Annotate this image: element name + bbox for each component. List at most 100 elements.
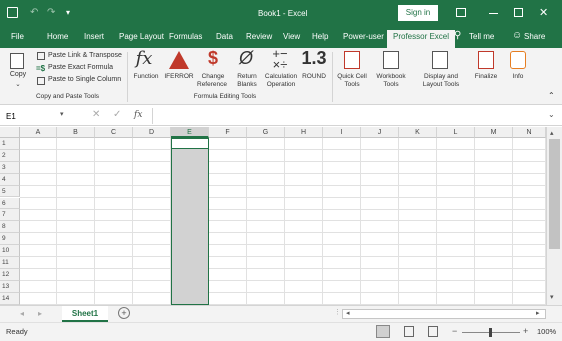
zoom-in-icon[interactable]: + bbox=[523, 326, 528, 336]
info-button[interactable]: Info bbox=[505, 73, 531, 80]
page-layout-view-icon[interactable] bbox=[404, 326, 414, 337]
iferror-button[interactable]: IFERROR bbox=[163, 73, 195, 80]
tell-me-search[interactable]: Tell me bbox=[469, 32, 494, 41]
row-header-9[interactable]: 9 bbox=[0, 233, 20, 246]
selected-column-e[interactable] bbox=[171, 138, 209, 305]
tab-help[interactable]: Help bbox=[312, 32, 328, 41]
tab-insert[interactable]: Insert bbox=[84, 32, 104, 41]
name-box-dropdown-icon[interactable]: ▾ bbox=[60, 110, 64, 118]
column-header-i[interactable]: I bbox=[323, 127, 361, 138]
select-all-corner[interactable] bbox=[0, 127, 20, 138]
row-header-1[interactable]: 1 bbox=[0, 138, 20, 150]
name-box[interactable]: E1 bbox=[4, 110, 62, 123]
scroll-thumb[interactable] bbox=[549, 139, 560, 249]
row-header-13[interactable]: 13 bbox=[0, 280, 20, 293]
column-header-n[interactable]: N bbox=[513, 127, 546, 138]
tab-view[interactable]: View bbox=[283, 32, 300, 41]
grid-row-line bbox=[20, 149, 546, 150]
row-header-8[interactable]: 8 bbox=[0, 221, 20, 234]
expand-formula-bar-icon[interactable]: ⌄ bbox=[548, 110, 555, 119]
row-header-2[interactable]: 2 bbox=[0, 149, 20, 162]
column-header-b[interactable]: B bbox=[57, 127, 95, 138]
round-button[interactable]: ROUND bbox=[300, 73, 328, 80]
scroll-up-icon[interactable]: ▴ bbox=[550, 129, 554, 137]
scroll-right-icon[interactable]: ▸ bbox=[536, 309, 540, 317]
row-header-5[interactable]: 5 bbox=[0, 185, 20, 198]
sign-in-button[interactable]: Sign in bbox=[398, 5, 438, 21]
display-layout-tools-button[interactable]: Display and bbox=[418, 73, 464, 80]
horizontal-scrollbar[interactable] bbox=[342, 309, 546, 319]
zoom-slider-thumb[interactable] bbox=[489, 328, 492, 337]
tab-page-layout[interactable]: Page Layout bbox=[119, 32, 164, 41]
collapse-ribbon-icon[interactable]: ⌃ bbox=[548, 91, 555, 100]
ribbon-display-icon[interactable] bbox=[456, 8, 466, 17]
function-button[interactable]: Function bbox=[132, 73, 160, 80]
zoom-out-icon[interactable]: − bbox=[452, 326, 457, 336]
prev-sheet-icon[interactable]: ◂ bbox=[20, 309, 24, 318]
close-icon[interactable]: ✕ bbox=[539, 6, 548, 19]
worksheet-grid[interactable]: ABCDEFGHIJKLMN 1 2 3 4 5 6 7 8 9 10 11 12 13 14 bbox=[0, 127, 546, 305]
column-header-j[interactable]: J bbox=[361, 127, 399, 138]
formula-input[interactable] bbox=[152, 108, 542, 124]
scroll-left-icon[interactable]: ◂ bbox=[346, 309, 350, 317]
tab-review[interactable]: Review bbox=[246, 32, 272, 41]
paste-link-transpose-button[interactable]: Paste Link & Transpose bbox=[48, 52, 122, 59]
insert-function-icon[interactable]: fx bbox=[134, 110, 142, 120]
share-button[interactable]: Share bbox=[524, 32, 545, 41]
copy-button[interactable]: Copy ⌄ bbox=[6, 53, 30, 93]
zoom-level[interactable]: 100% bbox=[537, 327, 556, 336]
vertical-scrollbar[interactable]: ▴ ▾ bbox=[546, 127, 562, 305]
tab-data[interactable]: Data bbox=[216, 32, 233, 41]
column-header-a[interactable]: A bbox=[20, 127, 57, 138]
tab-formulas[interactable]: Formulas bbox=[169, 32, 202, 41]
column-header-l[interactable]: L bbox=[437, 127, 475, 138]
sheet-tab-sheet1[interactable]: Sheet1 bbox=[62, 306, 108, 322]
quick-cell-tools-button[interactable]: Quick Cell bbox=[334, 73, 370, 80]
normal-view-icon[interactable] bbox=[376, 325, 390, 338]
lightbulb-icon: ⚲ bbox=[454, 30, 462, 41]
column-header-d[interactable]: D bbox=[133, 127, 171, 138]
return-blanks-button[interactable]: Return bbox=[234, 73, 260, 80]
column-header-h[interactable]: H bbox=[285, 127, 323, 138]
enter-icon[interactable]: ✓ bbox=[113, 109, 121, 120]
maximize-icon[interactable] bbox=[514, 8, 523, 17]
row-header-7[interactable]: 7 bbox=[0, 209, 20, 222]
new-sheet-icon[interactable]: + bbox=[118, 307, 130, 319]
column-header-g[interactable]: G bbox=[247, 127, 285, 138]
tab-home[interactable]: Home bbox=[47, 32, 68, 41]
save-icon[interactable] bbox=[7, 7, 18, 18]
customize-qat-icon[interactable]: ▾ bbox=[66, 8, 70, 17]
tab-split-handle[interactable]: ⋮ bbox=[334, 308, 341, 316]
tab-professor-excel[interactable]: Professor Excel bbox=[387, 30, 456, 48]
paste-exact-formula-button[interactable]: Paste Exact Formula bbox=[48, 64, 113, 71]
tab-file[interactable]: File bbox=[11, 32, 24, 41]
row-header-3[interactable]: 3 bbox=[0, 161, 20, 174]
cancel-icon[interactable]: ✕ bbox=[92, 109, 100, 120]
next-sheet-icon[interactable]: ▸ bbox=[38, 309, 42, 318]
workbook-tools-button[interactable]: Workbook bbox=[372, 73, 410, 80]
row-header-12[interactable]: 12 bbox=[0, 268, 20, 281]
row-header-6[interactable]: 6 bbox=[0, 197, 20, 210]
scroll-down-icon[interactable]: ▾ bbox=[550, 293, 554, 301]
change-reference-button[interactable]: Change bbox=[196, 73, 230, 80]
paste-single-column-button[interactable]: Paste to Single Column bbox=[48, 76, 121, 83]
title-bar: ↶ ↷ ▾ Book1 - Excel Sign in ✕ bbox=[0, 0, 562, 27]
finalize-button[interactable]: Finalize bbox=[470, 73, 502, 80]
redo-icon[interactable]: ↷ bbox=[47, 7, 55, 18]
return-blanks-icon: Ø bbox=[238, 48, 253, 68]
calculation-operation-button[interactable]: Calculation bbox=[263, 73, 299, 80]
row-header-11[interactable]: 11 bbox=[0, 257, 20, 269]
page-break-view-icon[interactable] bbox=[428, 326, 438, 337]
column-header-e[interactable]: E bbox=[171, 127, 209, 138]
active-cell-e1[interactable] bbox=[171, 138, 209, 149]
column-header-f[interactable]: F bbox=[209, 127, 247, 138]
row-header-4[interactable]: 4 bbox=[0, 173, 20, 186]
minimize-icon[interactable] bbox=[489, 13, 498, 14]
undo-icon[interactable]: ↶ bbox=[30, 7, 38, 18]
column-header-k[interactable]: K bbox=[399, 127, 437, 138]
column-header-m[interactable]: M bbox=[475, 127, 513, 138]
row-header-14[interactable]: 14 bbox=[0, 292, 20, 305]
tab-power-user[interactable]: Power-user bbox=[343, 32, 384, 41]
column-header-c[interactable]: C bbox=[95, 127, 133, 138]
row-header-10[interactable]: 10 bbox=[0, 245, 20, 257]
